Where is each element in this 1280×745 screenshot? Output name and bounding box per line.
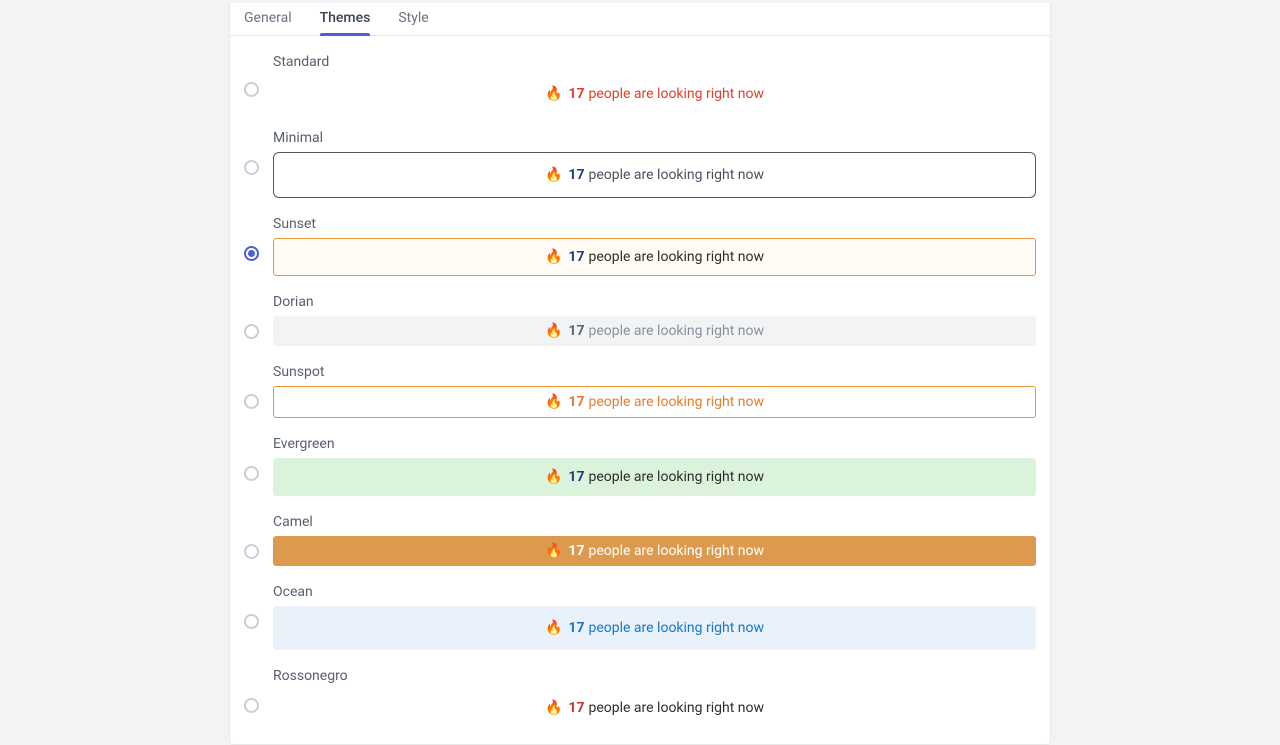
theme-radio-camel[interactable] [244, 544, 259, 559]
preview-count: 17 [568, 469, 584, 485]
theme-option-rossonegro: Rossonegro 🔥 17 people are looking right… [244, 668, 1036, 726]
preview-count: 17 [568, 323, 584, 339]
themes-list: Standard 🔥 17 people are looking right n… [230, 36, 1050, 744]
tabs-bar: General Themes Style [230, 3, 1050, 36]
preview-count: 17 [568, 167, 584, 183]
theme-preview-ocean: 🔥 17 people are looking right now [273, 606, 1036, 650]
preview-text: people are looking right now [589, 394, 765, 410]
preview-count: 17 [568, 249, 584, 265]
preview-text: people are looking right now [589, 86, 765, 102]
theme-radio-dorian[interactable] [244, 324, 259, 339]
preview-count: 17 [568, 543, 584, 559]
preview-count: 17 [568, 394, 584, 410]
theme-radio-sunset[interactable] [244, 246, 259, 261]
theme-radio-minimal[interactable] [244, 160, 259, 175]
fire-icon: 🔥 [545, 469, 562, 485]
preview-text: people are looking right now [589, 167, 765, 183]
preview-text: people are looking right now [589, 700, 765, 716]
theme-option-evergreen: Evergreen 🔥 17 people are looking right … [244, 436, 1036, 496]
theme-label: Rossonegro [273, 668, 1036, 684]
theme-label: Ocean [273, 584, 1036, 600]
theme-preview-sunset: 🔥 17 people are looking right now [273, 238, 1036, 276]
fire-icon: 🔥 [545, 249, 562, 265]
tab-themes[interactable]: Themes [320, 2, 371, 35]
theme-label: Minimal [273, 130, 1036, 146]
preview-text: people are looking right now [589, 469, 765, 485]
theme-option-standard: Standard 🔥 17 people are looking right n… [244, 54, 1036, 112]
theme-radio-evergreen[interactable] [244, 466, 259, 481]
theme-preview-sunspot: 🔥 17 people are looking right now [273, 386, 1036, 418]
theme-radio-ocean[interactable] [244, 614, 259, 629]
preview-count: 17 [568, 620, 584, 636]
theme-label: Camel [273, 514, 1036, 530]
preview-count: 17 [568, 700, 584, 716]
preview-text: people are looking right now [589, 543, 765, 559]
fire-icon: 🔥 [545, 167, 562, 183]
preview-text: people are looking right now [589, 249, 765, 265]
theme-label: Sunset [273, 216, 1036, 232]
fire-icon: 🔥 [545, 323, 562, 339]
theme-label: Sunspot [273, 364, 1036, 380]
tab-general[interactable]: General [244, 2, 292, 35]
preview-text: people are looking right now [589, 323, 765, 339]
theme-preview-evergreen: 🔥 17 people are looking right now [273, 458, 1036, 496]
theme-preview-standard: 🔥 17 people are looking right now [273, 76, 1036, 112]
theme-radio-sunspot[interactable] [244, 394, 259, 409]
theme-option-sunspot: Sunspot 🔥 17 people are looking right no… [244, 364, 1036, 418]
theme-option-ocean: Ocean 🔥 17 people are looking right now [244, 584, 1036, 650]
theme-option-minimal: Minimal 🔥 17 people are looking right no… [244, 130, 1036, 198]
fire-icon: 🔥 [545, 86, 562, 102]
theme-option-camel: Camel 🔥 17 people are looking right now [244, 514, 1036, 566]
tab-style[interactable]: Style [398, 2, 428, 35]
theme-preview-minimal: 🔥 17 people are looking right now [273, 152, 1036, 198]
settings-card: General Themes Style Standard 🔥 17 peopl… [229, 3, 1051, 745]
theme-label: Standard [273, 54, 1036, 70]
theme-radio-standard[interactable] [244, 82, 259, 97]
theme-label: Dorian [273, 294, 1036, 310]
theme-preview-rossonegro: 🔥 17 people are looking right now [273, 690, 1036, 726]
theme-option-sunset: Sunset 🔥 17 people are looking right now [244, 216, 1036, 276]
preview-text: people are looking right now [589, 620, 765, 636]
theme-option-dorian: Dorian 🔥 17 people are looking right now [244, 294, 1036, 346]
fire-icon: 🔥 [545, 620, 562, 636]
theme-preview-dorian: 🔥 17 people are looking right now [273, 316, 1036, 346]
fire-icon: 🔥 [545, 543, 562, 559]
theme-radio-rossonegro[interactable] [244, 698, 259, 713]
preview-count: 17 [568, 86, 584, 102]
theme-label: Evergreen [273, 436, 1036, 452]
fire-icon: 🔥 [545, 394, 562, 410]
theme-preview-camel: 🔥 17 people are looking right now [273, 536, 1036, 566]
fire-icon: 🔥 [545, 700, 562, 716]
